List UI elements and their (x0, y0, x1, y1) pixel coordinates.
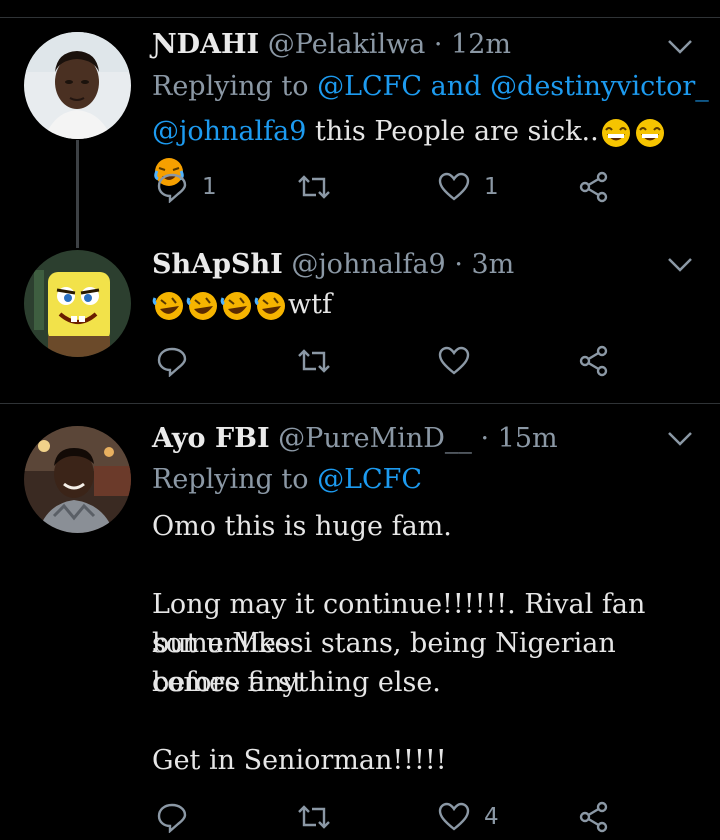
retweet-icon (298, 175, 330, 199)
reply-icon (157, 803, 187, 833)
tweet-actions (156, 344, 636, 378)
tweet-header: Ayo FBI @PureMinD__ · 15m (152, 422, 558, 456)
display-name[interactable]: ShApShI (152, 249, 283, 280)
tweet-body: wtf (288, 289, 332, 320)
timestamp[interactable]: · 12m (434, 29, 511, 60)
avatar[interactable] (24, 250, 131, 357)
tweet-text: wtf (152, 285, 692, 324)
rofl-emoji-icon (254, 291, 285, 320)
reply-icon (157, 347, 187, 377)
like-count: 4 (484, 804, 499, 830)
rofl-emoji-icon (186, 291, 217, 320)
retweet-button[interactable] (296, 800, 332, 834)
replying-to: Replying to @LCFC and @destinyvictor_ (152, 70, 709, 104)
tweet-line: Long may it continue!!!!!!. Rival fan bu… (152, 589, 646, 659)
like-button[interactable]: 1 (438, 170, 499, 204)
rofl-emoji-icon (220, 291, 251, 320)
tweet-divider (0, 403, 720, 404)
tweet-actions: 1 1 (156, 170, 636, 204)
tweet-line: Omo this is huge fam. (152, 511, 452, 542)
tweet-line: Get in Seniorman!!!!! (152, 745, 447, 776)
tweet-line (152, 702, 692, 741)
tweet-line: some Messi stans, being Nigerian comes f… (152, 628, 616, 698)
top-divider (0, 17, 720, 18)
replying-prefix: Replying to (152, 71, 309, 102)
like-icon (438, 172, 470, 201)
tweet-actions: 4 (156, 800, 636, 834)
reply-button[interactable]: 1 (156, 170, 217, 204)
replying-prefix: Replying to (152, 464, 309, 495)
tweet-line: before anything else. (152, 667, 441, 698)
tweet-header: ƝDAHI @Pelakilwa · 12m (152, 28, 511, 62)
retweet-icon (298, 349, 330, 373)
laughing-emoji-icon (601, 118, 630, 147)
like-icon (438, 346, 470, 375)
tweet-line (152, 546, 692, 585)
like-icon (438, 802, 470, 831)
reply-icon (157, 173, 187, 203)
mention-link[interactable]: @LCFC (317, 71, 422, 102)
timestamp[interactable]: · 15m (481, 423, 558, 454)
share-icon (579, 345, 608, 377)
chevron-down-icon[interactable] (666, 256, 694, 274)
reply-button[interactable] (156, 344, 202, 378)
retweet-button[interactable] (296, 344, 332, 378)
timestamp[interactable]: · 3m (454, 249, 514, 280)
share-button[interactable] (578, 800, 610, 834)
retweet-icon (298, 805, 330, 829)
like-button[interactable] (438, 344, 470, 378)
handle[interactable]: @johnalfa9 (291, 249, 445, 280)
tweet-header: ShApShI @johnalfa9 · 3m (152, 248, 514, 282)
avatar[interactable] (24, 32, 131, 139)
display-name[interactable]: ƝDAHI (152, 29, 259, 60)
replying-to: Replying to @LCFC (152, 463, 422, 497)
share-button[interactable] (578, 344, 610, 378)
reply-count: 1 (202, 174, 217, 200)
rofl-emoji-icon (152, 291, 183, 320)
retweet-button[interactable] (296, 170, 332, 204)
display-name[interactable]: Ayo FBI (152, 423, 270, 454)
chevron-down-icon[interactable] (666, 38, 694, 56)
tweet-body: this People are sick.. (315, 116, 599, 147)
share-icon (579, 171, 608, 203)
thread-line (76, 140, 79, 248)
mention-link[interactable]: @LCFC (317, 464, 422, 495)
handle[interactable]: @PureMinD__ (278, 423, 472, 454)
mention-joiner: and (430, 71, 482, 102)
share-button[interactable] (578, 170, 610, 204)
like-count: 1 (484, 174, 499, 200)
mention-link[interactable]: @johnalfa9 (152, 116, 306, 147)
chevron-down-icon[interactable] (666, 430, 694, 448)
handle[interactable]: @Pelakilwa (268, 29, 426, 60)
reply-button[interactable] (156, 800, 202, 834)
share-icon (579, 801, 608, 833)
laughing-emoji-icon (635, 118, 664, 147)
like-button[interactable]: 4 (438, 800, 499, 834)
tweet-text: Omo this is huge fam. Long may it contin… (152, 507, 692, 780)
avatar[interactable] (24, 426, 131, 533)
mention-link[interactable]: @destinyvictor_ (490, 71, 709, 102)
